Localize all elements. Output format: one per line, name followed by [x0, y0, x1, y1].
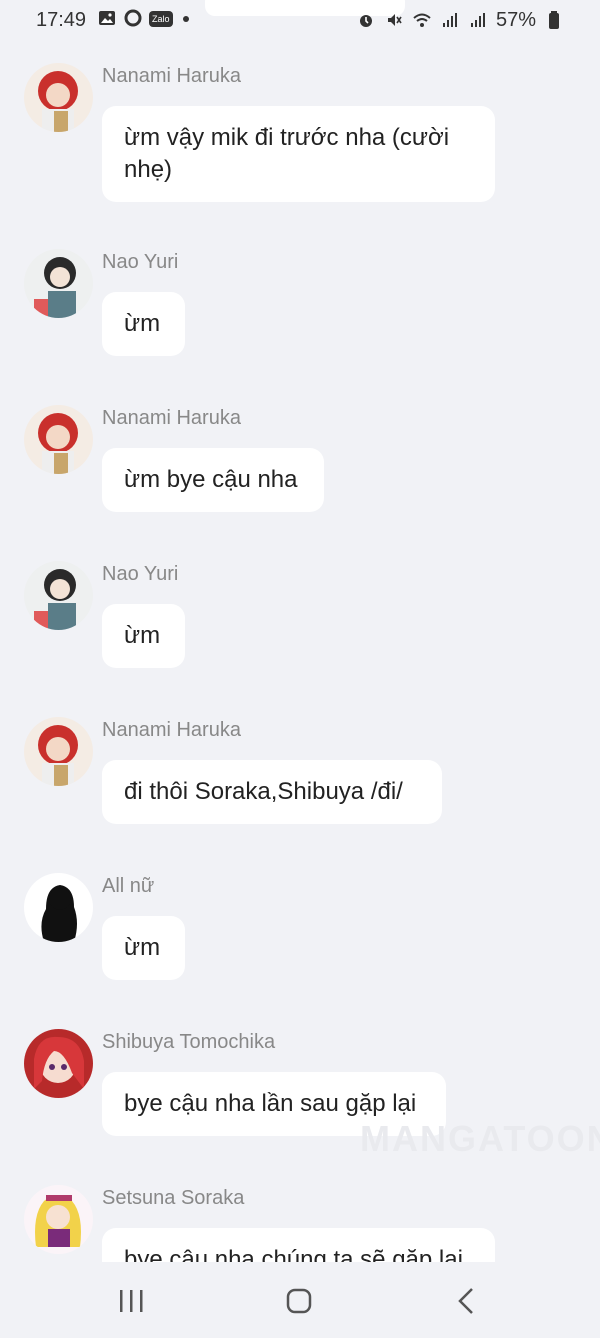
zalo-icon: Zalo: [149, 11, 173, 27]
sender-name: Nanami Haruka: [102, 719, 241, 741]
message-bubble[interactable]: đi thôi Soraka,Shibuya /đi/: [102, 760, 442, 824]
status-right-icons: 57%: [356, 9, 564, 32]
sender-name: Shibuya Tomochika: [102, 1031, 276, 1053]
avatar[interactable]: [24, 561, 93, 630]
message-bubble[interactable]: ừm: [102, 916, 185, 980]
wifi-icon: [412, 11, 432, 31]
signal-icon: [440, 11, 460, 31]
alarm-icon: [356, 11, 376, 31]
avatar[interactable]: [24, 717, 93, 786]
avatar[interactable]: [24, 249, 93, 318]
avatar[interactable]: [24, 1029, 93, 1098]
navigation-bar: [0, 1262, 600, 1338]
sender-name: Nanami Haruka: [102, 65, 241, 87]
avatar[interactable]: [24, 63, 93, 132]
message-bubble[interactable]: ừm: [102, 604, 185, 668]
sender-name: Nanami Haruka: [102, 407, 241, 429]
status-bar: 17:49 Zalo 57%: [0, 0, 600, 40]
watermark: MANGATOON: [360, 1118, 600, 1159]
back-icon[interactable]: [448, 1286, 488, 1316]
battery-percent: 57%: [495, 9, 536, 31]
message-bubble[interactable]: ừm: [102, 292, 185, 356]
circle-icon: [123, 9, 143, 29]
status-left-icons: Zalo: [97, 9, 189, 29]
avatar[interactable]: [24, 1185, 93, 1254]
signal-icon: [468, 11, 488, 31]
status-time: 17:49: [36, 9, 87, 31]
message-bubble[interactable]: ừm vậy mik đi trước nha (cười nhẹ): [102, 106, 495, 202]
home-icon[interactable]: [280, 1286, 320, 1316]
sender-name: Nao Yuri: [102, 563, 179, 585]
avatar[interactable]: [24, 405, 93, 474]
mute-icon: [384, 11, 404, 31]
recent-apps-icon[interactable]: [112, 1286, 152, 1316]
image-icon: [97, 9, 117, 29]
sender-name: Nao Yuri: [102, 251, 179, 273]
battery-icon: [544, 10, 564, 31]
message-bubble[interactable]: ừm bye cậu nha: [102, 448, 324, 512]
sender-name: All nữ: [102, 875, 155, 897]
sender-name: Setsuna Soraka: [102, 1187, 245, 1209]
dot-icon: [182, 16, 189, 22]
avatar[interactable]: [24, 873, 93, 942]
